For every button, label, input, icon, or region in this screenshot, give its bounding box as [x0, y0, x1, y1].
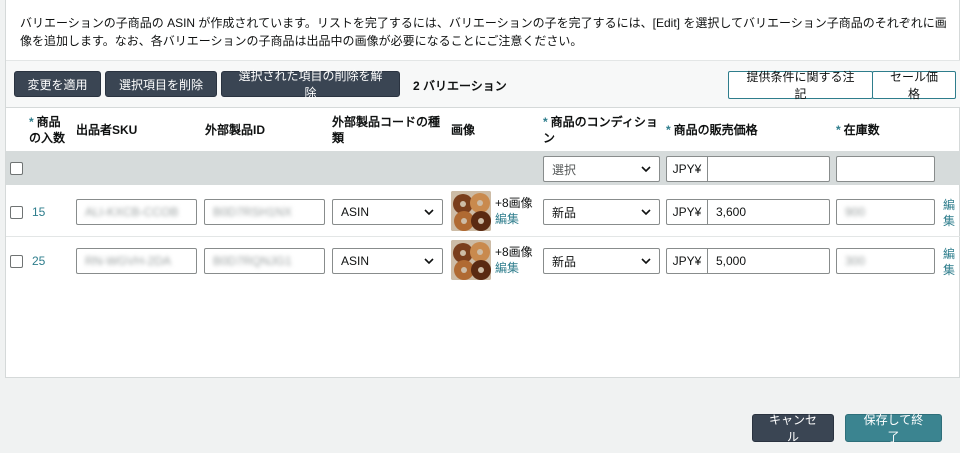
header-price-label: 商品の販売価格: [673, 123, 758, 137]
external-id-value: B0D7RQNJG1: [213, 254, 292, 268]
price-value[interactable]: 5,000: [708, 249, 746, 273]
header-condition-line1: 商品のコンディショ: [550, 115, 658, 129]
condition-select[interactable]: 新品: [543, 248, 660, 274]
external-id-field[interactable]: B0D7RSH1NX: [204, 199, 325, 225]
notice-text: バリエーションの子商品の ASIN が作成されています。リストを完了するには、バ…: [20, 16, 947, 48]
chevron-down-icon: [641, 209, 651, 216]
condition-value: 新品: [552, 205, 577, 220]
currency-label: JPY¥: [667, 157, 708, 181]
currency-label: JPY¥: [667, 249, 708, 273]
variation-count: 2 バリエーション: [413, 79, 507, 93]
chevron-down-icon: [641, 258, 651, 265]
row-quantity[interactable]: 25: [32, 254, 45, 268]
price-field[interactable]: JPY¥ 5,000: [666, 248, 830, 274]
apply-changes-button[interactable]: 変更を適用: [14, 71, 101, 97]
donut-image-icon: [451, 240, 491, 280]
row-quantity[interactable]: 15: [32, 205, 45, 219]
bulk-condition-value: 選択: [552, 162, 577, 177]
stock-value: 900: [845, 205, 866, 219]
edit-row-link[interactable]: 編: [943, 245, 955, 262]
currency-label: JPY¥: [667, 200, 708, 224]
bulk-stock-field[interactable]: [836, 156, 935, 182]
header-id-type-line1: 外部製品コードの種: [332, 115, 441, 129]
header-quantity-line2: の入数: [29, 131, 66, 145]
header-stock: * 在庫数: [836, 122, 880, 138]
variations-toolbar: 変更を適用 選択項目を削除 選択された項目の削除を解除 2 バリエーション 提供…: [6, 60, 960, 108]
price-value[interactable]: 3,600: [708, 200, 746, 224]
required-mark: *: [29, 115, 34, 129]
header-id-type: 外部製品コードの種 類: [332, 114, 440, 146]
row-divider: [6, 236, 960, 237]
chevron-down-icon: [641, 166, 651, 173]
external-id-field[interactable]: B0D7RQNJG1: [204, 248, 325, 274]
edit-row-link-2[interactable]: 集: [943, 261, 955, 278]
donut-image-icon: [451, 191, 491, 231]
product-thumbnail[interactable]: [451, 191, 491, 231]
header-quantity: * 商品 の入数: [29, 114, 65, 146]
stock-field[interactable]: 300: [836, 248, 935, 274]
edit-images-link[interactable]: 編集: [495, 259, 519, 276]
chevron-down-icon: [424, 258, 434, 265]
bulk-price-value[interactable]: [708, 157, 716, 181]
seller-sku-value: RN-WGVH-2DA: [85, 254, 171, 268]
condition-select[interactable]: 新品: [543, 199, 660, 225]
product-thumbnail[interactable]: [451, 240, 491, 280]
seller-sku-field[interactable]: ALI-KXCB-CCOB: [76, 199, 197, 225]
bulk-price-field[interactable]: JPY¥: [666, 156, 830, 182]
extra-images-count: +8画像: [495, 245, 533, 259]
condition-value: 新品: [552, 254, 577, 269]
select-all-checkbox[interactable]: [10, 162, 23, 175]
header-image: 画像: [451, 123, 476, 137]
id-type-value: ASIN: [341, 205, 370, 219]
row-checkbox[interactable]: [10, 255, 23, 268]
edit-row-link[interactable]: 編: [943, 196, 955, 213]
edit-row-link-2[interactable]: 集: [943, 212, 955, 229]
undelete-selected-button[interactable]: 選択された項目の削除を解除: [221, 69, 400, 100]
required-mark: *: [836, 123, 841, 137]
header-quantity-line1: 商品: [36, 115, 61, 129]
variations-panel: バリエーションの子商品の ASIN が作成されています。リストを完了するには、バ…: [5, 0, 960, 378]
offer-notes-button[interactable]: 提供条件に関する注記: [728, 70, 873, 101]
extra-images-count: +8画像: [495, 196, 533, 210]
row-checkbox[interactable]: [10, 206, 23, 219]
header-seller-sku: 出品者SKU: [76, 123, 138, 137]
chevron-down-icon: [424, 209, 434, 216]
edit-images-link[interactable]: 編集: [495, 210, 519, 227]
seller-sku-field[interactable]: RN-WGVH-2DA: [76, 248, 197, 274]
header-condition: * 商品のコンディショ ン: [543, 114, 658, 146]
external-id-value: B0D7RSH1NX: [213, 205, 292, 219]
header-stock-label: 在庫数: [843, 123, 880, 137]
header-external-id: 外部製品ID: [205, 123, 266, 137]
required-mark: *: [666, 123, 671, 137]
save-and-finish-button[interactable]: 保存して終了: [845, 413, 942, 444]
header-condition-line2: ン: [543, 131, 556, 145]
bulk-condition-select[interactable]: 選択: [543, 156, 660, 182]
stock-value: 300: [845, 254, 866, 268]
seller-sku-value: ALI-KXCB-CCOB: [85, 205, 179, 219]
id-type-select[interactable]: ASIN: [332, 248, 443, 274]
cancel-button[interactable]: キャンセル: [752, 413, 834, 444]
delete-selected-button[interactable]: 選択項目を削除: [105, 71, 217, 97]
bulk-edit-row: 選択 JPY¥: [6, 151, 960, 185]
price-field[interactable]: JPY¥ 3,600: [666, 199, 830, 225]
required-mark: *: [543, 115, 548, 129]
header-price: * 商品の販売価格: [666, 122, 758, 138]
id-type-select[interactable]: ASIN: [332, 199, 443, 225]
sale-price-button[interactable]: セール価格: [872, 70, 956, 101]
stock-field[interactable]: 900: [836, 199, 935, 225]
header-id-type-line2: 類: [332, 131, 345, 145]
id-type-value: ASIN: [341, 254, 370, 268]
